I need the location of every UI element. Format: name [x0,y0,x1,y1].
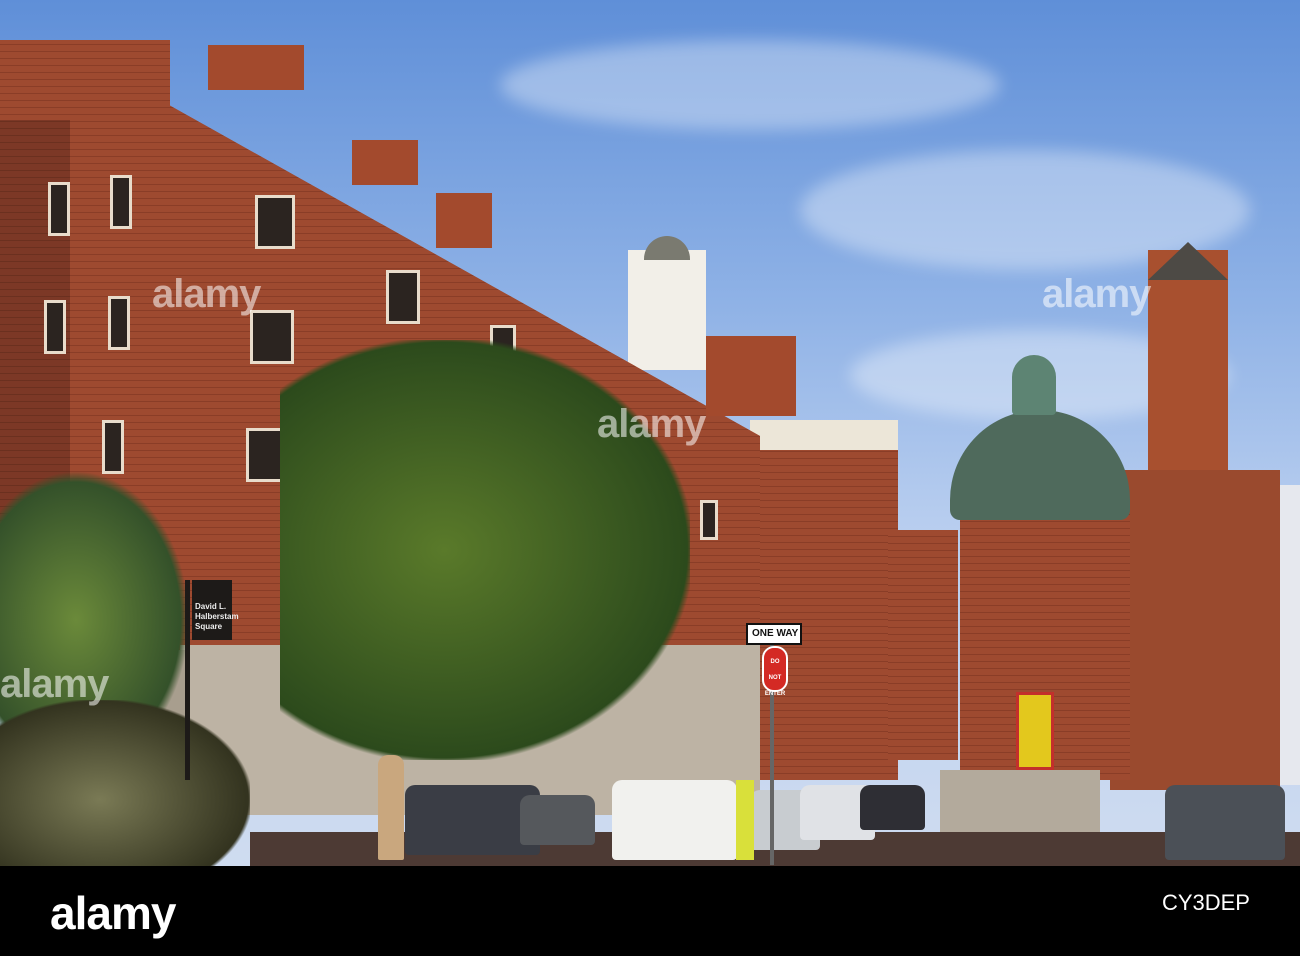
brick-hall [1110,470,1280,790]
image-id: CY3DEP [1161,890,1250,915]
building-cornice [750,420,898,450]
cloud [500,40,1000,130]
alamy-logo: alamy [50,887,176,939]
clock-tower [1148,250,1228,490]
watermark: alamy [0,662,109,706]
one-way-text: ONE WAY [752,628,799,639]
grass-foreground [0,700,250,866]
window [110,175,132,229]
watermark: alamy [152,272,261,316]
do-not-enter-bottom-text: ENTER [764,691,786,697]
footer-bar: alamy CY3DEP [0,866,1300,956]
white-truck [612,780,737,860]
sign-pole [185,580,190,780]
one-way-sign: ONE WAY [746,623,802,645]
photo-scene: David L. Halberstam Square ONE WAY DO NO… [0,0,1300,866]
window [102,420,124,474]
street-name-sign: David L. Halberstam Square [192,580,239,640]
copper-dome [950,410,1130,520]
dome-finial [1012,355,1056,415]
door-banner [1016,692,1054,770]
cupola-dome [644,236,690,260]
chimney [208,45,304,90]
suv [1165,785,1285,860]
window [386,270,420,324]
window [700,500,718,540]
do-not-enter-top-text: DO NOT [768,659,782,681]
brick-building-far [888,530,958,760]
watermark: alamy [597,402,706,446]
car [520,795,595,845]
window [108,296,130,350]
chimney [436,193,492,248]
window [48,182,70,236]
car [860,785,925,830]
watermark: alamy [1042,272,1151,316]
chimneys [706,336,796,416]
worker-in-vest [736,780,754,860]
do-not-enter-sign: DO NOT ENTER [762,646,788,697]
window [44,300,66,354]
chimney [352,140,418,185]
pedestrian [378,755,404,860]
window [255,195,295,249]
